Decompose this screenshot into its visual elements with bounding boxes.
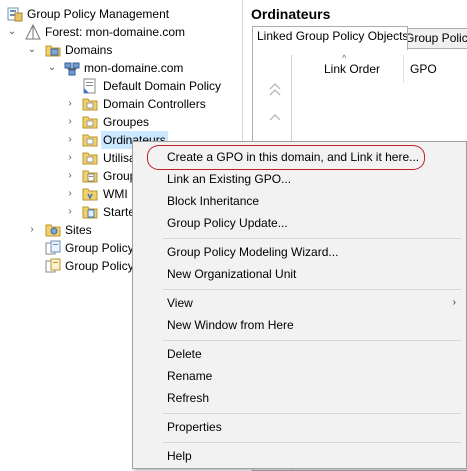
tab-linked-gpos[interactable]: Linked Group Policy Objects bbox=[252, 26, 408, 50]
tree-item-gpm-root[interactable]: Group Policy Management bbox=[0, 5, 242, 23]
menu-item-label: Refresh bbox=[167, 391, 210, 405]
menu-item-link-existing-gpo[interactable]: Link an Existing GPO... bbox=[133, 168, 466, 190]
ou-folder-icon bbox=[82, 150, 98, 166]
starter-gpo-folder-icon bbox=[82, 204, 98, 220]
menu-item-label: New Window from Here bbox=[167, 318, 294, 332]
tree-item-label: mon-domaine.com bbox=[84, 61, 184, 75]
tree-item-domain[interactable]: ⌄ mon-domaine.com bbox=[0, 59, 242, 77]
tree-item-label: Forest: mon-domaine.com bbox=[45, 25, 186, 39]
chevron-right-icon[interactable]: › bbox=[64, 149, 76, 167]
domains-folder-icon bbox=[45, 42, 61, 58]
tree-item-domain-controllers[interactable]: › Domain Controllers bbox=[0, 95, 242, 113]
menu-item-delete[interactable]: Delete bbox=[133, 343, 466, 365]
domain-icon bbox=[64, 60, 80, 76]
sites-folder-icon bbox=[45, 222, 61, 238]
menu-item-new-window[interactable]: New Window from Here bbox=[133, 314, 466, 336]
ou-folder-icon bbox=[82, 114, 98, 130]
tree-item-label: Sites bbox=[65, 223, 92, 237]
menu-item-label: Delete bbox=[167, 347, 202, 361]
tree-item-label: WMI bbox=[103, 187, 128, 201]
tree-item-label: Domains bbox=[65, 43, 113, 57]
chevron-down-icon[interactable]: ⌄ bbox=[6, 23, 18, 41]
tree-item-label: Default Domain Policy bbox=[103, 79, 222, 93]
ou-folder-icon bbox=[82, 132, 98, 148]
wmi-folder-icon bbox=[82, 186, 98, 202]
menu-item-label: Block Inheritance bbox=[167, 194, 260, 208]
gpm-console-icon bbox=[7, 6, 23, 22]
menu-separator bbox=[163, 340, 461, 341]
submenu-arrow-icon: › bbox=[452, 297, 456, 308]
menu-item-label: View bbox=[167, 296, 193, 310]
menu-item-label: Create a GPO in this domain, and Link it… bbox=[167, 150, 420, 164]
menu-item-new-ou[interactable]: New Organizational Unit bbox=[133, 263, 466, 285]
menu-item-block-inheritance[interactable]: Block Inheritance bbox=[133, 190, 466, 212]
chevron-right-icon[interactable]: › bbox=[64, 167, 76, 185]
menu-separator bbox=[163, 289, 461, 290]
tree-item-groupes[interactable]: › Groupes bbox=[0, 113, 242, 131]
menu-item-group-policy-update[interactable]: Group Policy Update... bbox=[133, 212, 466, 234]
chevron-right-icon[interactable]: › bbox=[64, 113, 76, 131]
menu-item-create-gpo-and-link[interactable]: Create a GPO in this domain, and Link it… bbox=[133, 146, 466, 168]
tab-group-policy-inheritance[interactable]: Group Policy bbox=[400, 28, 467, 49]
gp-modeling-icon bbox=[45, 240, 61, 256]
menu-separator bbox=[163, 442, 461, 443]
menu-item-label: Rename bbox=[167, 369, 213, 383]
menu-item-help[interactable]: Help bbox=[133, 445, 466, 467]
gpo-link-icon bbox=[82, 78, 98, 94]
menu-item-refresh[interactable]: Refresh bbox=[133, 387, 466, 409]
chevron-right-icon[interactable]: › bbox=[64, 131, 76, 149]
tree-item-label: Domain Controllers bbox=[103, 97, 206, 111]
chevron-down-icon[interactable]: ⌄ bbox=[26, 41, 38, 59]
chevron-right-icon[interactable]: › bbox=[26, 221, 38, 239]
menu-item-label: Link an Existing GPO... bbox=[167, 172, 292, 186]
menu-item-label: Group Policy Modeling Wizard... bbox=[167, 245, 339, 259]
ou-folder-icon bbox=[82, 96, 98, 112]
menu-item-label: New Organizational Unit bbox=[167, 267, 297, 281]
gpo-folder-icon bbox=[82, 168, 98, 184]
context-menu: Create a GPO in this domain, and Link it… bbox=[132, 141, 467, 469]
tree-item-label: Starte bbox=[103, 205, 136, 219]
tree-item-forest[interactable]: ⌄ Forest: mon-domaine.com bbox=[0, 23, 242, 41]
tree-item-label: Utilisa bbox=[103, 151, 136, 165]
gp-results-icon bbox=[45, 258, 61, 274]
page-title: Ordinateurs bbox=[251, 6, 331, 22]
column-header-link-order[interactable]: Link Order bbox=[324, 55, 380, 83]
column-header-gpo[interactable]: GPO bbox=[410, 55, 437, 83]
menu-item-properties[interactable]: Properties bbox=[133, 416, 466, 438]
tree-item-label: Groupes bbox=[103, 115, 150, 129]
menu-separator bbox=[163, 238, 461, 239]
tree-item-domains[interactable]: ⌄ Domains bbox=[0, 41, 242, 59]
tree-item-label: Group Policy Management bbox=[27, 7, 170, 21]
column-divider[interactable] bbox=[403, 55, 404, 83]
menu-item-view[interactable]: View › bbox=[133, 292, 466, 314]
move-up-icon[interactable] bbox=[267, 111, 283, 127]
menu-item-gp-modeling-wizard[interactable]: Group Policy Modeling Wizard... bbox=[133, 241, 466, 263]
forest-icon bbox=[25, 23, 41, 40]
move-up-top-icon[interactable] bbox=[267, 83, 283, 99]
tree-item-default-domain-policy[interactable]: Default Domain Policy bbox=[0, 77, 242, 95]
menu-separator bbox=[163, 413, 461, 414]
menu-item-label: Properties bbox=[167, 420, 222, 434]
menu-item-rename[interactable]: Rename bbox=[133, 365, 466, 387]
chevron-right-icon[interactable]: › bbox=[64, 203, 76, 221]
menu-item-label: Group Policy Update... bbox=[167, 216, 288, 230]
tree-item-label: Group Policy bbox=[65, 241, 134, 255]
chevron-down-icon[interactable]: ⌄ bbox=[46, 59, 58, 77]
tree-item-label: Group Policy bbox=[65, 259, 134, 273]
chevron-right-icon[interactable]: › bbox=[64, 95, 76, 113]
menu-item-label: Help bbox=[167, 449, 192, 463]
chevron-right-icon[interactable]: › bbox=[64, 185, 76, 203]
